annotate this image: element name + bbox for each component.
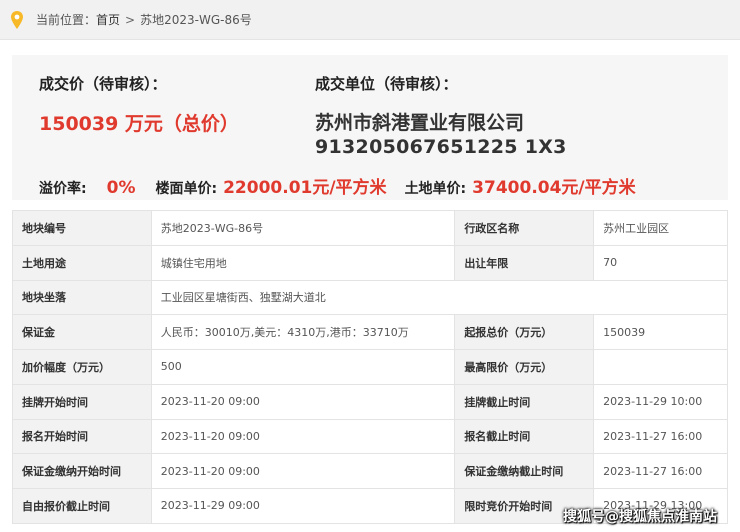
row-value: 2023-11-20 09:00 [150, 383, 456, 420]
row-value: 苏州工业园区 [593, 210, 728, 246]
row-label: 加价幅度（万元） [12, 349, 152, 385]
premium-label: 溢价率: [39, 181, 87, 197]
breadcrumb-separator: > [125, 12, 136, 27]
row-label: 地块坐落 [12, 279, 152, 316]
row-value: 人民币：30010万,美元：4310万,港币：33710万 [150, 314, 456, 350]
table-row: 地块坐落 工业园区星塘街西、独墅湖大道北 [12, 279, 729, 316]
row-value: 70 [593, 244, 728, 281]
row-value: 城镇住宅用地 [150, 244, 456, 281]
location-pin-icon [11, 10, 23, 29]
row-label: 最高限价（万元） [454, 349, 595, 385]
row-value: 2023-11-20 09:00 [150, 418, 456, 455]
row-label: 行政区名称 [454, 210, 595, 246]
table-row: 地块编号 苏地2023-WG-86号 行政区名称 苏州工业园区 [12, 210, 728, 246]
row-value: 2023-11-27 16:00 [593, 453, 728, 489]
price-label: 成交价（待审核）： [39, 75, 167, 93]
row-label: 出让年限 [454, 244, 595, 281]
winner-company: 苏州市斜港置业有限公司 [315, 112, 525, 134]
winner-credit-code: 913205067651225 1X3 [315, 136, 567, 158]
row-label: 保证金缴纳开始时间 [12, 453, 152, 489]
breadcrumb: 当前位置： 首页 > 苏地2023-WG-86号 [0, 0, 740, 40]
price-metrics: 溢价率: 0% 楼面单价: 22000.01元/平方米 土地单价: 37400.… [39, 173, 636, 198]
land-info-table: 地块编号 苏地2023-WG-86号 行政区名称 苏州工业园区 土地用途 城镇住… [12, 210, 729, 524]
row-value: 2023-11-20 09:00 [150, 453, 456, 489]
row-label: 土地用途 [12, 244, 152, 281]
row-value: 150039 [593, 314, 728, 350]
table-row: 土地用途 城镇住宅用地 出让年限 70 [12, 244, 728, 281]
table-row: 保证金缴纳开始时间 2023-11-20 09:00 保证金缴纳截止时间 202… [12, 453, 728, 489]
row-value: 工业园区星塘街西、独墅湖大道北 [150, 279, 729, 316]
row-value: 2023-11-29 09:00 [150, 488, 456, 524]
row-label: 起报总价（万元） [454, 314, 595, 350]
row-label: 自由报价截止时间 [12, 488, 152, 524]
table-row: 报名开始时间 2023-11-20 09:00 报名截止时间 2023-11-2… [12, 418, 728, 455]
row-value: 500 [150, 349, 456, 385]
row-label: 报名开始时间 [12, 418, 152, 455]
row-label: 报名截止时间 [454, 418, 595, 455]
land-price-label: 土地单价: [404, 181, 467, 197]
row-label: 挂牌开始时间 [12, 383, 152, 420]
row-value [593, 349, 728, 385]
row-label: 挂牌截止时间 [454, 383, 595, 420]
floor-price-label: 楼面单价: [155, 181, 218, 197]
deal-summary-panel: 成交价（待审核）： 150039 万元（总价） 成交单位（待审核）： 苏州市斜港… [12, 55, 728, 200]
row-value: 2023-11-29 10:00 [593, 383, 728, 420]
land-price-value: 37400.04元/平方米 [472, 178, 636, 198]
winner-label: 成交单位（待审核）： [315, 75, 458, 93]
table-row: 挂牌开始时间 2023-11-20 09:00 挂牌截止时间 2023-11-2… [12, 383, 728, 420]
deal-price: 150039 万元（总价） [39, 113, 239, 135]
breadcrumb-prefix: 当前位置： [36, 13, 97, 27]
watermark: 搜狐号@搜狐焦点淮南站 [563, 509, 717, 525]
premium-value: 0% [106, 178, 136, 198]
row-value: 2023-11-27 16:00 [593, 418, 728, 455]
table-row: 保证金 人民币：30010万,美元：4310万,港币：33710万 起报总价（万… [12, 314, 728, 350]
breadcrumb-home-link[interactable]: 首页 [96, 11, 120, 28]
table-row: 加价幅度（万元） 500 最高限价（万元） [12, 349, 728, 385]
row-label: 地块编号 [12, 210, 152, 246]
breadcrumb-current: 苏地2023-WG-86号 [140, 13, 252, 27]
row-label: 保证金缴纳截止时间 [454, 453, 595, 489]
floor-price-value: 22000.01元/平方米 [223, 178, 387, 198]
row-label: 保证金 [12, 314, 152, 350]
row-value: 苏地2023-WG-86号 [150, 210, 456, 246]
